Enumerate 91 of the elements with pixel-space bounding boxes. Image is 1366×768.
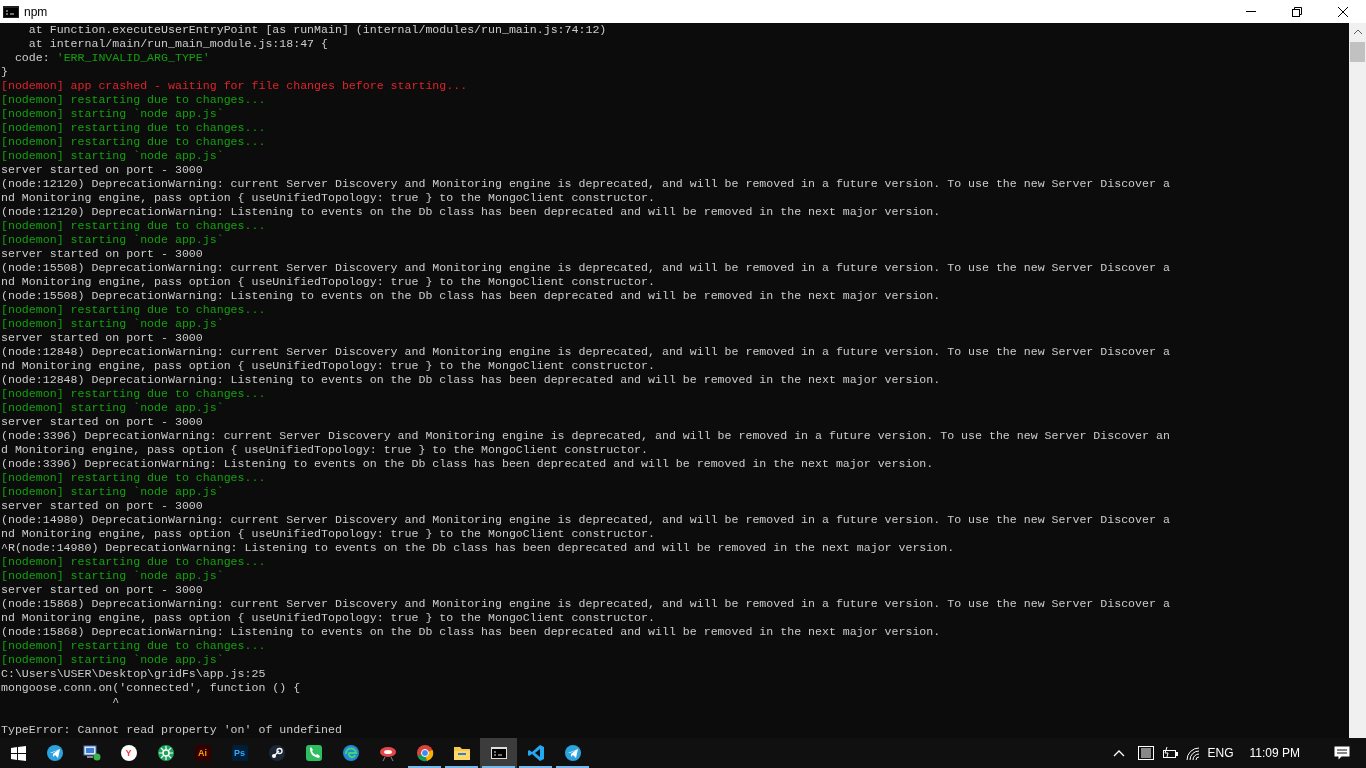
running-indicator	[482, 766, 515, 768]
terminal-line: server started on port - 3000	[1, 247, 203, 260]
terminal-line: server started on port - 3000	[1, 163, 203, 176]
terminal-line: ^	[111, 695, 120, 708]
nodemon-line: [nodemon] restarting due to changes...	[1, 93, 266, 106]
terminal-line: nd Monitoring engine, pass option { useUnifiedTopology: true } to the MongoClient constructor.	[1, 527, 655, 540]
nodemon-line: [nodemon] restarting due to changes...	[1, 303, 266, 316]
nodemon-line: [nodemon] restarting due to changes...	[1, 219, 266, 232]
terminal-line: nd Monitoring engine, pass option { useUnifiedTopology: true } to the MongoClient constructor.	[1, 359, 655, 372]
nodemon-line: [nodemon] restarting due to changes...	[1, 121, 266, 134]
windows-logo-icon	[10, 745, 26, 761]
terminal-line: (node:3396) DeprecationWarning: current Server Discovery and Monitoring engine is deprecated, and will be removed in a future version. To use the new Server Discover an	[1, 429, 1170, 442]
terminal-line: TypeError: Cannot read property 'on' of undefined	[1, 723, 342, 736]
taskbar-app[interactable]: Ai	[184, 738, 221, 768]
terminal-line: nd Monitoring engine, pass option { useUnifiedTopology: true } to the MongoClient constructor.	[1, 275, 655, 288]
terminal-line: C:\Users\USER\Desktop\gridFs\app.js:25	[1, 667, 266, 680]
terminal-text: code:	[13, 51, 51, 64]
taskbar-app[interactable]: Ps	[221, 738, 258, 768]
terminal-line: server started on port - 3000	[1, 583, 203, 596]
window-title: npm	[24, 3, 48, 21]
error-line: [nodemon] app crashed - waiting for file changes before starting...	[1, 79, 468, 92]
nodemon-line: [nodemon] restarting due to changes...	[1, 639, 266, 652]
nodemon-line: [nodemon] restarting due to changes...	[1, 135, 266, 148]
terminal-line: (node:15508) DeprecationWarning: current Server Discovery and Monitoring engine is deprecated, and will be removed in a future version. To use the new Server Discover a	[1, 261, 1170, 274]
terminal-line: nd Monitoring engine, pass option { useUnifiedTopology: true } to the MongoClient constructor.	[1, 191, 655, 204]
nodemon-line: [nodemon] restarting due to changes...	[1, 471, 266, 484]
illustrator-icon: Ai	[193, 744, 212, 762]
taskbar-app[interactable]: Y	[110, 738, 147, 768]
terminal-line: mongoose.conn.on('connected', function () {	[1, 681, 301, 694]
steam-icon	[267, 744, 286, 762]
edge-icon	[341, 744, 360, 762]
terminal-line: (node:12848) DeprecationWarning: current Server Discovery and Monitoring engine is deprecated, and will be removed in a future version. To use the new Server Discover a	[1, 345, 1170, 358]
terminal-line: d Monitoring engine, pass option { useUnifiedTopology: true } to the MongoClient constructor.	[1, 443, 649, 456]
scrollbar-thumb[interactable]	[1350, 42, 1365, 62]
chrome-icon	[415, 744, 434, 762]
terminal-line: ^R(node:14980) DeprecationWarning: Listening to events on the Db class has been deprecated and will be removed in the next major version.	[1, 541, 955, 554]
close-icon	[1338, 6, 1348, 17]
terminal-line: nd Monitoring engine, pass option { useUnifiedTopology: true } to the MongoClient constructor.	[1, 611, 655, 624]
terminal-line: (node:12848) DeprecationWarning: Listening to events on the Db class has been deprecated and will be removed in the next major version.	[1, 373, 941, 386]
terminal-line: at Function.executeUserEntryPoint [as runMain] (internal/modules/run_main.js:74:12)	[27, 23, 607, 36]
telegram-icon	[45, 744, 64, 762]
running-indicator	[408, 766, 441, 768]
minimize-icon	[1246, 11, 1256, 12]
photoshop-icon: Ps	[230, 744, 249, 762]
string-literal: 'ERR_INVALID_ARG_TYPE'	[56, 51, 210, 64]
taskbar-app[interactable]	[480, 738, 517, 768]
bird-icon	[378, 744, 397, 762]
telegram-icon	[563, 744, 582, 762]
nodemon-line: [nodemon] starting `node app.js`	[1, 401, 224, 414]
folder-icon	[452, 744, 471, 762]
terminal-line: (node:3396) DeprecationWarning: Listening to events on the Db class has been deprecated and will be removed in the next major version.	[1, 457, 934, 470]
terminal-line: server started on port - 3000	[1, 499, 203, 512]
running-indicator	[519, 766, 552, 768]
terminal-line: (node:15868) DeprecationWarning: Listening to events on the Db class has been deprecated and will be removed in the next major version.	[1, 625, 941, 638]
terminal-line: }	[1, 65, 8, 78]
terminal-line: (node:12120) DeprecationWarning: current Server Discovery and Monitoring engine is deprecated, and will be removed in a future version. To use the new Server Discover a	[1, 177, 1170, 190]
nodemon-line: [nodemon] starting `node app.js`	[1, 107, 224, 120]
terminal-line: (node:12120) DeprecationWarning: Listening to events on the Db class has been deprecated and will be removed in the next major version.	[1, 205, 941, 218]
terminal-line: (node:15508) DeprecationWarning: Listening to events on the Db class has been deprecated and will be removed in the next major version.	[1, 289, 941, 302]
nodemon-line: [nodemon] starting `node app.js`	[1, 149, 224, 162]
running-indicator	[445, 766, 478, 768]
nodemon-line: [nodemon] starting `node app.js`	[1, 233, 224, 246]
flower-icon	[156, 744, 175, 762]
clock[interactable]: 11:09 PM	[1249, 744, 1300, 762]
yandex-icon: Y	[119, 744, 138, 762]
nodemon-line: [nodemon] restarting due to changes...	[1, 387, 266, 400]
nodemon-line: [nodemon] restarting due to changes...	[1, 555, 266, 568]
language-indicator[interactable]: ENG	[1207, 744, 1234, 762]
terminal-line: (node:14980) DeprecationWarning: current Server Discovery and Monitoring engine is deprecated, and will be removed in a future version. To use the new Server Discover a	[1, 513, 1170, 526]
console-icon	[489, 744, 508, 762]
restore-icon	[1292, 6, 1302, 17]
terminal-line: (node:15868) DeprecationWarning: current Server Discovery and Monitoring engine is deprecated, and will be removed in a future version. To use the new Server Discover a	[1, 597, 1170, 610]
chevron-up-icon[interactable]	[1112, 749, 1125, 757]
nodemon-line: [nodemon] starting `node app.js`	[1, 485, 224, 498]
scroll-up-icon	[1353, 29, 1362, 34]
code-editor-icon	[526, 744, 545, 762]
terminal-line: server started on port - 3000	[1, 415, 203, 428]
monitor-icon[interactable]	[1137, 746, 1154, 760]
nodemon-line: [nodemon] starting `node app.js`	[1, 317, 224, 330]
battery-icon[interactable]	[1161, 747, 1178, 759]
nodemon-line: [nodemon] starting `node app.js`	[1, 653, 224, 666]
wifi-icon[interactable]	[1185, 746, 1200, 760]
console-icon	[3, 5, 19, 18]
terminal-line: at internal/main/run_main_module.js:18:47 {	[27, 37, 328, 50]
nodemon-line: [nodemon] starting `node app.js`	[1, 569, 224, 582]
running-indicator	[556, 766, 589, 768]
computer-icon	[82, 744, 101, 762]
scrollbar[interactable]	[1349, 23, 1366, 738]
terminal-line: server started on port - 3000	[1, 331, 203, 344]
notification-icon[interactable]	[1334, 745, 1350, 761]
phone-icon	[304, 744, 323, 762]
